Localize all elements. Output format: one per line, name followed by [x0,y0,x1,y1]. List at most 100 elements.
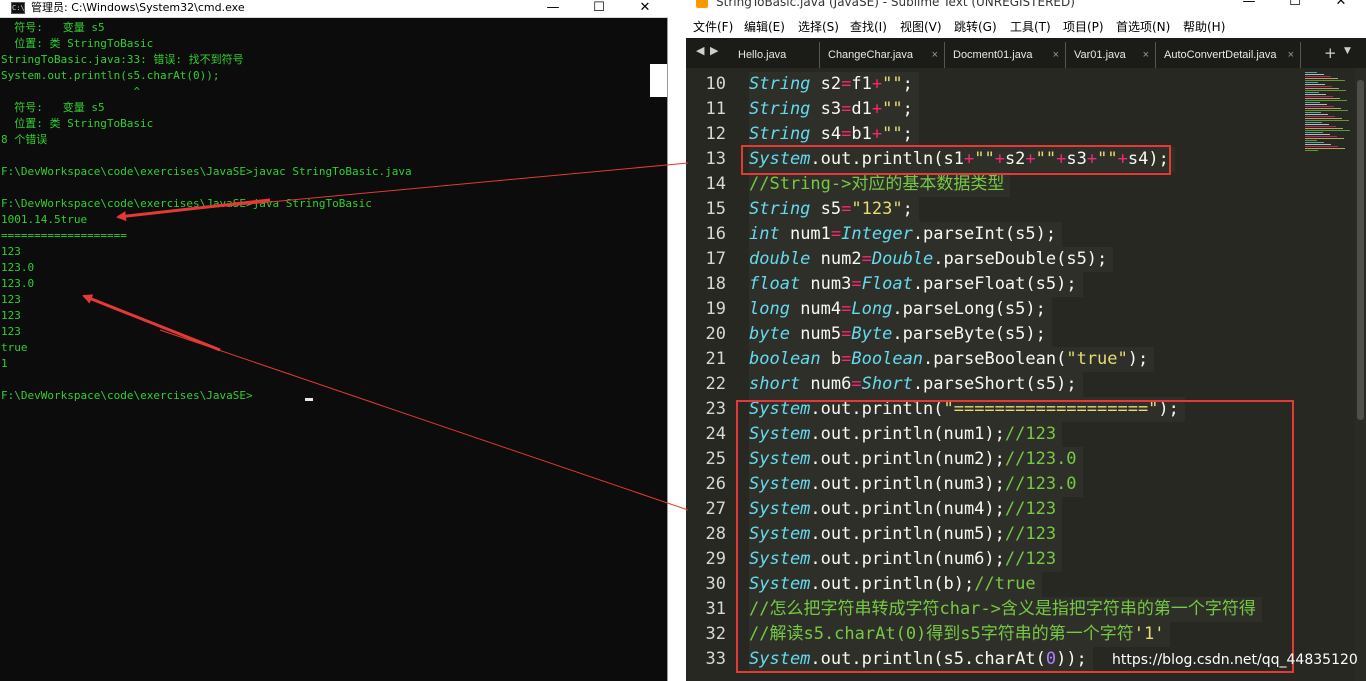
menu-selection[interactable]: 选择(S) [798,18,839,35]
menu-edit[interactable]: 编辑(E) [744,18,785,35]
cmd-scrollbar-thumb[interactable] [650,64,667,97]
code-token: .parseShort(s5); [912,374,1077,394]
code-token: Integer [841,224,913,244]
console-line: 位置: 类 StringToBasic [1,37,154,50]
annotation-box-line-13 [741,145,1171,175]
code-line[interactable]: long num4=Long.parseLong(s5); [749,297,1052,322]
sublime-titlebar[interactable]: StringToBasic.java (JavaSE) - Sublime Te… [686,0,1366,14]
minimap-line [1305,98,1340,99]
console-line: 123 [1,309,21,322]
tab-autoconvertdetail-java[interactable]: AutoConvertDetail.java × [1156,42,1301,68]
code-token: s5 [810,199,842,219]
console-line: 123 [1,245,21,258]
code-token: num3 [800,274,852,294]
minimap-line [1305,96,1333,97]
sublime-close-button[interactable]: ✕ [1318,0,1364,12]
tab-next-arrow-icon[interactable]: ▶ [710,44,718,57]
cmd-close-button[interactable]: ✕ [622,0,668,18]
code-line[interactable]: short num6=Short.parseShort(s5); [749,372,1083,397]
cmd-minimize-button[interactable]: — [530,0,576,18]
menu-tools[interactable]: 工具(T) [1010,18,1051,35]
code-token: s3 [810,99,842,119]
minimap-line [1305,114,1328,115]
menu-help[interactable]: 帮助(H) [1183,18,1225,35]
minimap-line [1305,100,1347,101]
menu-project[interactable]: 项目(P) [1063,18,1104,35]
minimap-line [1305,130,1350,131]
code-token: Short [861,374,913,394]
code-line[interactable]: //String->对应的基本数据类型 [749,172,1011,197]
console-line: 123.0 [1,261,35,274]
code-token: ; [902,199,913,219]
cmd-window-title: 管理员: C:\Windows\System32\cmd.exe [31,1,245,14]
tab-label: Docment01.java [953,49,1033,61]
tab-var01-java[interactable]: Var01.java × [1066,42,1156,68]
menu-goto[interactable]: 跳转(G) [954,18,997,35]
line-number: 27 [705,499,726,519]
tab-close-icon[interactable]: × [1053,42,1059,68]
minimap-line [1305,92,1319,93]
tab-prev-arrow-icon[interactable]: ◀ [696,44,704,57]
menu-view[interactable]: 视图(V) [900,18,942,35]
code-token: boolean [749,349,821,369]
line-number: 20 [705,324,726,344]
sublime-maximize-button[interactable]: ☐ [1272,0,1318,12]
code-line[interactable]: float num3=Float.parseFloat(s5); [749,272,1083,297]
code-token: Boolean [851,349,924,369]
code-token: = [841,299,852,319]
minimap-line [1305,146,1338,147]
minimap-line [1305,142,1324,143]
tab-label: Hello.java [738,49,787,61]
code-token: s2 [810,74,842,94]
cmd-console-output[interactable]: 符号: 变量 s5 位置: 类 StringToBasic StringToBas… [1,20,649,676]
console-line: F:\DevWorkspace\code\exercises\JavaSE>ja… [1,165,412,178]
code-token: double [749,249,811,269]
console-line: 1001.14.5true [1,213,88,226]
cmd-window[interactable]: C:\ 管理员: C:\Windows\System32\cmd.exe — ☐… [0,0,668,681]
console-line: 123.0 [1,277,35,290]
console-line: 123 [1,325,21,338]
line-number: 31 [705,599,726,619]
menu-file[interactable]: 文件(F) [693,18,733,35]
minimap-line [1305,84,1325,85]
line-number: 26 [705,474,726,494]
console-line: 符号: 变量 s5 [1,21,105,34]
console-line: System.out.println(s5.charAt(0)); [1,69,220,82]
minimap-line [1305,74,1324,75]
code-line[interactable]: String s3=d1+""; [749,97,919,122]
code-line[interactable]: double num2=Double.parseDouble(s5); [749,247,1114,272]
minimap-line [1305,106,1334,107]
code-line[interactable]: byte num5=Byte.parseByte(s5); [749,322,1052,347]
code-line[interactable]: int num1=Integer.parseInt(s5); [749,222,1063,247]
code-token: short [749,374,801,394]
code-line[interactable]: String s4=b1+""; [749,122,919,147]
code-token: b1 [851,124,872,144]
code-line[interactable]: String s5="123"; [749,197,919,222]
sublime-minimize-button[interactable]: — [1226,0,1272,12]
code-line[interactable]: boolean b=Boolean.parseBoolean("true"); [749,347,1155,372]
tab-hello-java[interactable]: Hello.java [730,42,820,68]
tab-list-dropdown-icon[interactable]: ▼ [1344,46,1351,56]
cmd-maximize-button[interactable]: ☐ [576,0,622,18]
tab-changechar-java[interactable]: ChangeChar.java × [820,42,945,68]
code-token: = [851,374,862,394]
menu-preferences[interactable]: 首选项(N) [1116,18,1170,35]
code-token: Double [871,249,934,269]
line-number: 10 [705,74,726,94]
tab-close-icon[interactable]: × [932,42,938,68]
line-number: 28 [705,524,726,544]
code-line[interactable]: String s2=f1+""; [749,72,919,97]
code-token: .parseByte(s5); [892,324,1046,344]
editor-scrollbar-thumb[interactable] [1357,80,1364,420]
tab-close-icon[interactable]: × [1288,42,1294,68]
cmd-titlebar[interactable]: C:\ 管理员: C:\Windows\System32\cmd.exe — ☐… [0,0,668,18]
line-number: 19 [705,299,726,319]
menu-find[interactable]: 查找(I) [850,18,887,35]
line-number: 25 [705,449,726,469]
minimap-line [1305,124,1329,125]
minimap-line [1305,148,1345,149]
tab-docment01-java[interactable]: Docment01.java × [945,42,1066,68]
tab-close-icon[interactable]: × [1143,42,1149,68]
new-tab-plus-icon[interactable]: + [1324,44,1337,62]
line-number: 22 [705,374,726,394]
